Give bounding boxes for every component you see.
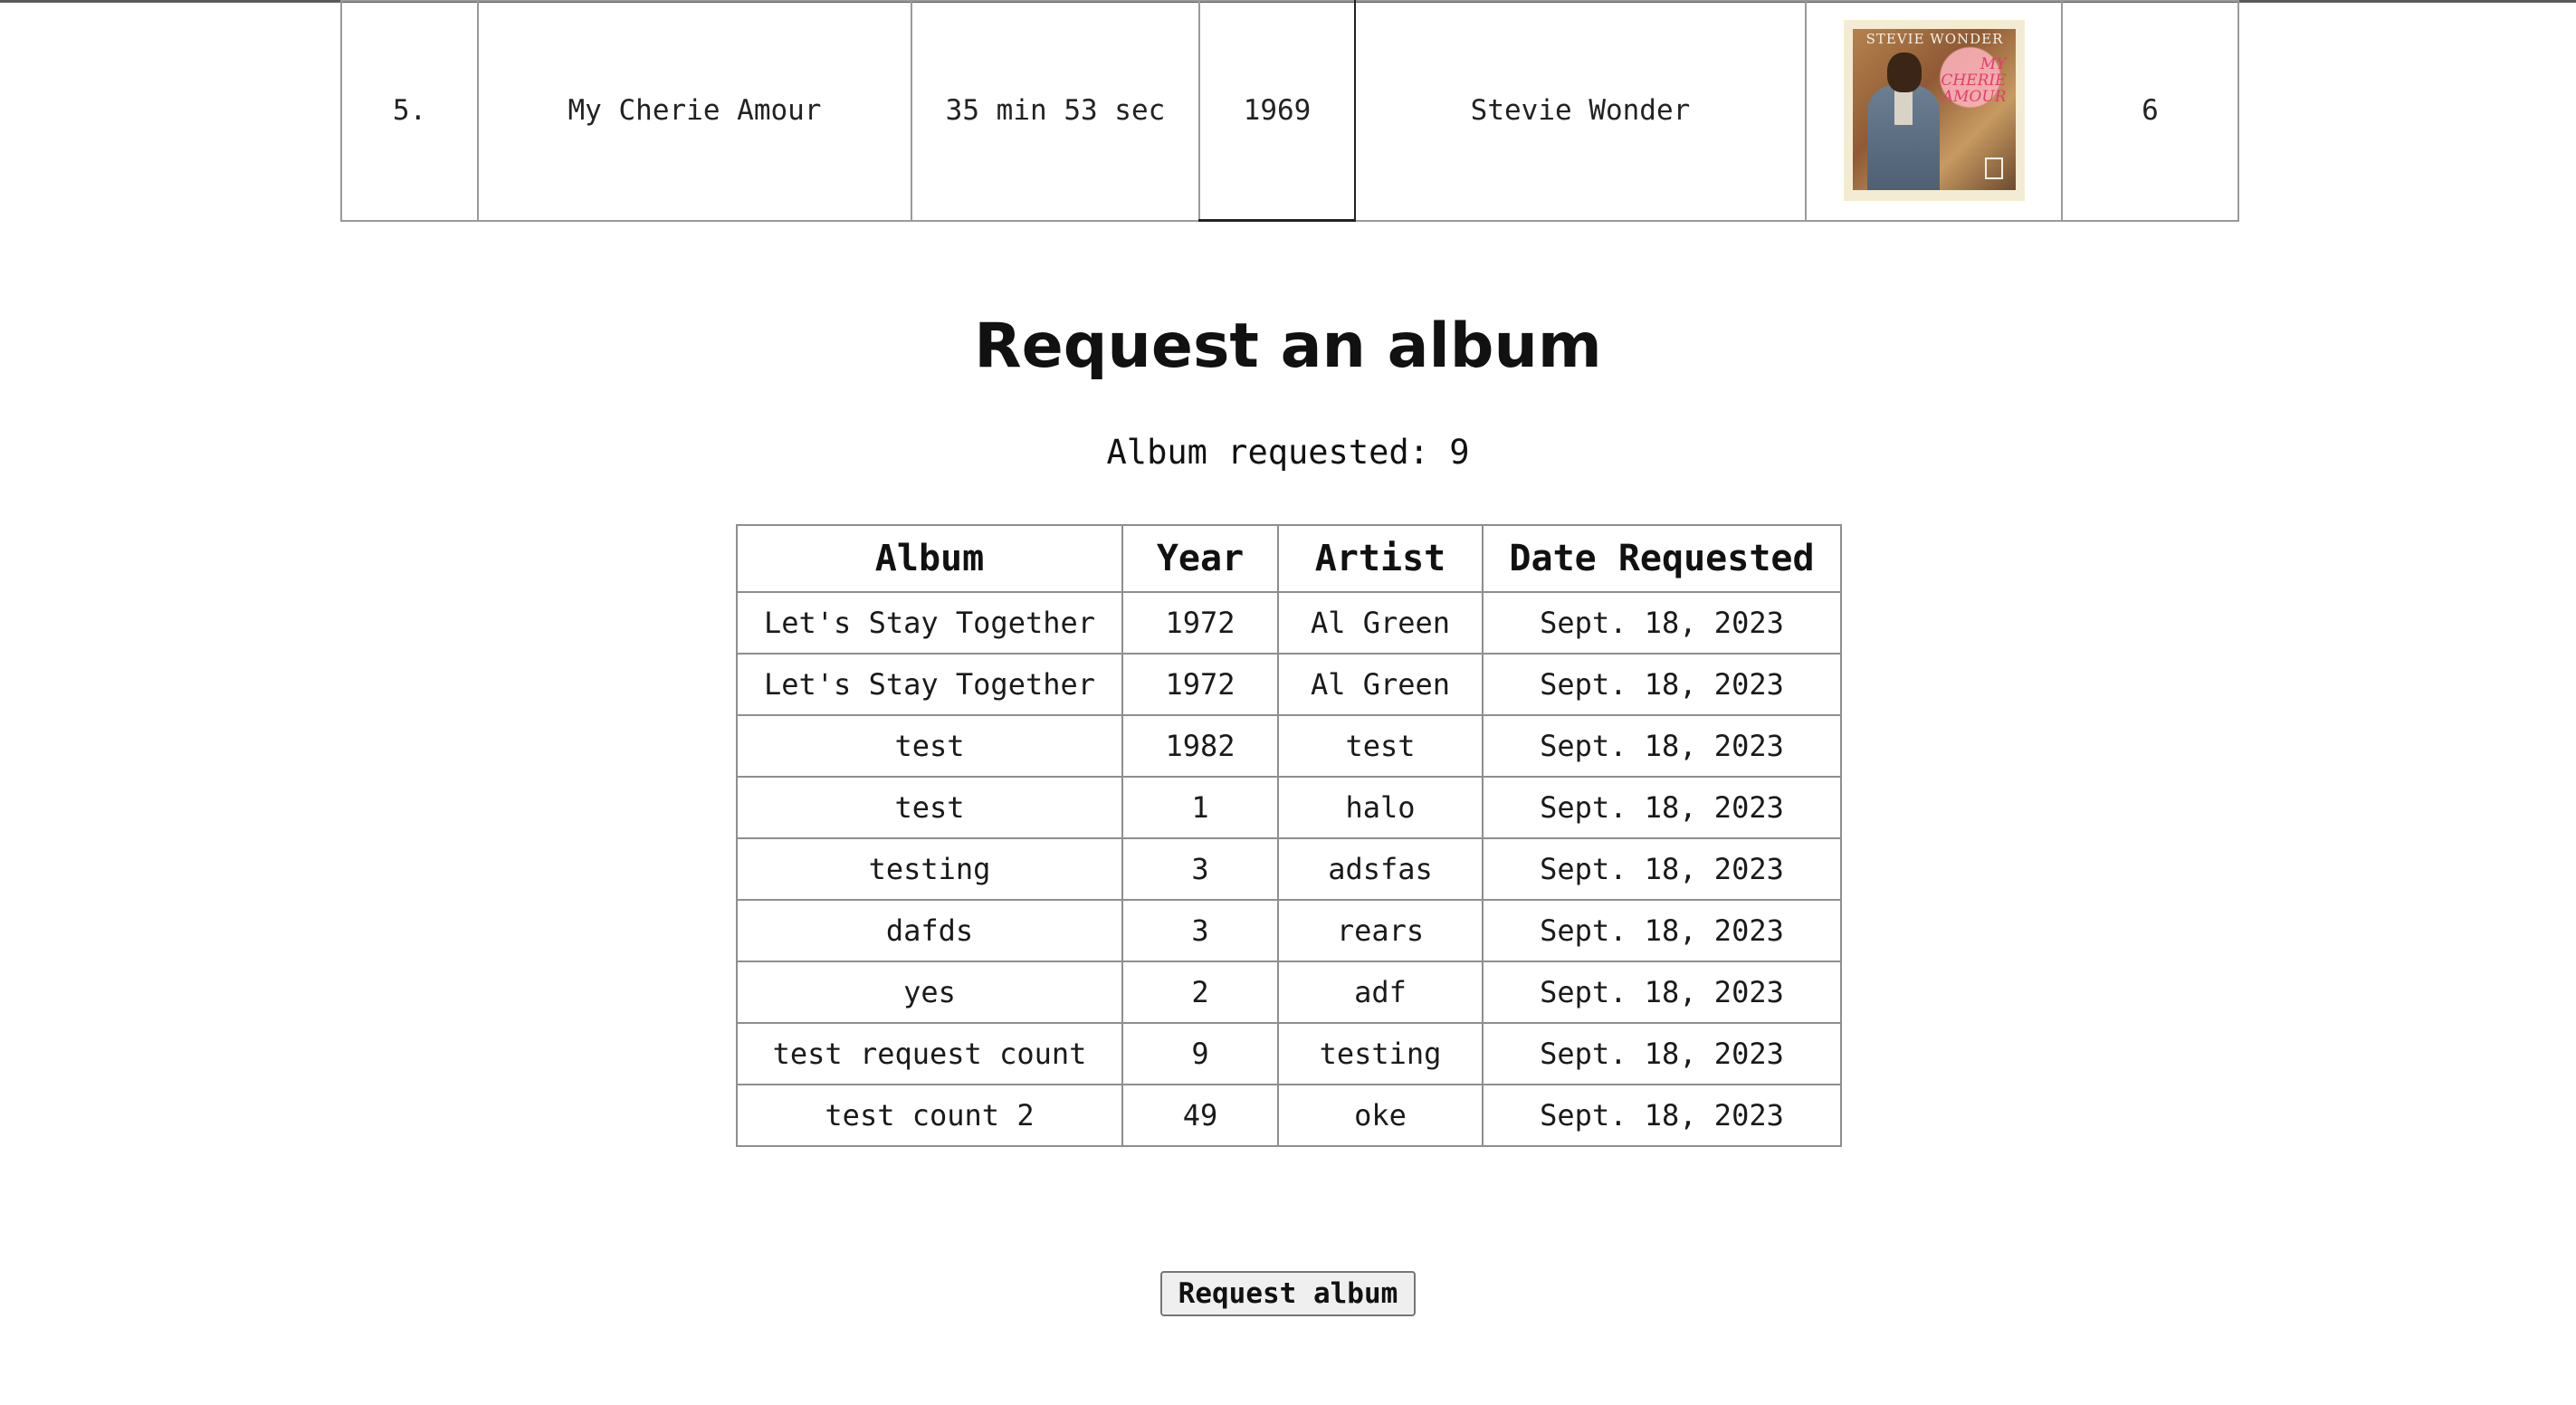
cell-date: Sept. 18, 2023 <box>1482 714 1842 778</box>
cell-artist: Al Green <box>1277 653 1484 716</box>
album-count: 6 <box>2061 0 2239 222</box>
cell-date: Sept. 18, 2023 <box>1482 1084 1842 1147</box>
cover-subtitle-text: MY CHERIE AMOUR <box>1941 55 2007 107</box>
album-row: 5. My Cherie Amour 35 min 53 sec 1969 St… <box>340 0 2239 222</box>
cell-artist: test <box>1277 714 1484 778</box>
cell-artist: halo <box>1277 776 1484 839</box>
page-title: Request an album <box>974 311 1602 382</box>
header-artist: Artist <box>1277 524 1484 593</box>
cell-album: test <box>736 714 1123 778</box>
album-list-table: 5. My Cherie Amour 35 min 53 sec 1969 St… <box>340 0 2239 222</box>
album-year: 1969 <box>1198 0 1356 222</box>
cell-year: 2 <box>1121 961 1279 1024</box>
request-album-button[interactable]: Request album <box>1160 1271 1416 1316</box>
requests-header-row: Album Year Artist Date Requested <box>736 524 1842 593</box>
album-artist: Stevie Wonder <box>1354 0 1807 222</box>
cell-date: Sept. 18, 2023 <box>1482 961 1842 1024</box>
album-rank: 5. <box>340 0 479 222</box>
cell-year: 3 <box>1121 899 1279 962</box>
header-year: Year <box>1121 524 1279 593</box>
requests-table: Album Year Artist Date Requested Let's S… <box>736 524 1842 1147</box>
table-row: testing 3 adsfas Sept. 18, 2023 <box>736 837 1842 901</box>
header-album: Album <box>736 524 1123 593</box>
cell-year: 1982 <box>1121 714 1279 778</box>
cell-album: yes <box>736 961 1123 1024</box>
album-length: 35 min 53 sec <box>911 0 1200 222</box>
cell-year: 1 <box>1121 776 1279 839</box>
cell-artist: Al Green <box>1277 591 1484 655</box>
cell-year: 3 <box>1121 837 1279 901</box>
cell-artist: rears <box>1277 899 1484 962</box>
cell-album: testing <box>736 837 1123 901</box>
table-row: Let's Stay Together 1972 Al Green Sept. … <box>736 653 1842 716</box>
cover-figure-shirt <box>1894 89 1913 126</box>
cell-artist: adsfas <box>1277 837 1484 901</box>
cell-date: Sept. 18, 2023 <box>1482 837 1842 901</box>
table-row: dafds 3 rears Sept. 18, 2023 <box>736 899 1842 962</box>
cover-figure-head <box>1886 53 1922 93</box>
cell-year: 1972 <box>1121 591 1279 655</box>
header-date-requested: Date Requested <box>1482 524 1842 593</box>
table-row: test request count 9 testing Sept. 18, 2… <box>736 1022 1842 1085</box>
album-requested-count: Album requested: 9 <box>1106 433 1470 472</box>
cover-title-text: STEVIE WONDER <box>1865 33 2004 47</box>
cover-label-logo <box>1984 158 2003 180</box>
cell-year: 49 <box>1121 1084 1279 1147</box>
table-row: test 1 halo Sept. 18, 2023 <box>736 776 1842 839</box>
cell-artist: testing <box>1277 1022 1484 1085</box>
cell-album: dafds <box>736 899 1123 962</box>
table-row: test count 2 49 oke Sept. 18, 2023 <box>736 1084 1842 1147</box>
cell-year: 9 <box>1121 1022 1279 1085</box>
cell-artist: adf <box>1277 961 1484 1024</box>
album-cover-art: STEVIE WONDER MY CHERIE AMOUR <box>1852 29 2016 191</box>
cell-album: Let's Stay Together <box>736 591 1123 655</box>
cell-date: Sept. 18, 2023 <box>1482 1022 1842 1085</box>
table-row: test 1982 test Sept. 18, 2023 <box>736 714 1842 778</box>
cell-year: 1972 <box>1121 653 1279 716</box>
table-row: Let's Stay Together 1972 Al Green Sept. … <box>736 591 1842 655</box>
cell-artist: oke <box>1277 1084 1484 1147</box>
album-cover-cell: STEVIE WONDER MY CHERIE AMOUR <box>1805 0 2063 222</box>
table-row: yes 2 adf Sept. 18, 2023 <box>736 961 1842 1024</box>
cell-album: test count 2 <box>736 1084 1123 1147</box>
cell-date: Sept. 18, 2023 <box>1482 899 1842 962</box>
cell-album: test request count <box>736 1022 1123 1085</box>
cell-album: test <box>736 776 1123 839</box>
page: 5. My Cherie Amour 35 min 53 sec 1969 St… <box>0 0 2576 1405</box>
cell-date: Sept. 18, 2023 <box>1482 591 1842 655</box>
cell-album: Let's Stay Together <box>736 653 1123 716</box>
cell-date: Sept. 18, 2023 <box>1482 653 1842 716</box>
album-title: My Cherie Amour <box>477 0 912 222</box>
cell-date: Sept. 18, 2023 <box>1482 776 1842 839</box>
album-cover-image: STEVIE WONDER MY CHERIE AMOUR <box>1843 20 2025 202</box>
